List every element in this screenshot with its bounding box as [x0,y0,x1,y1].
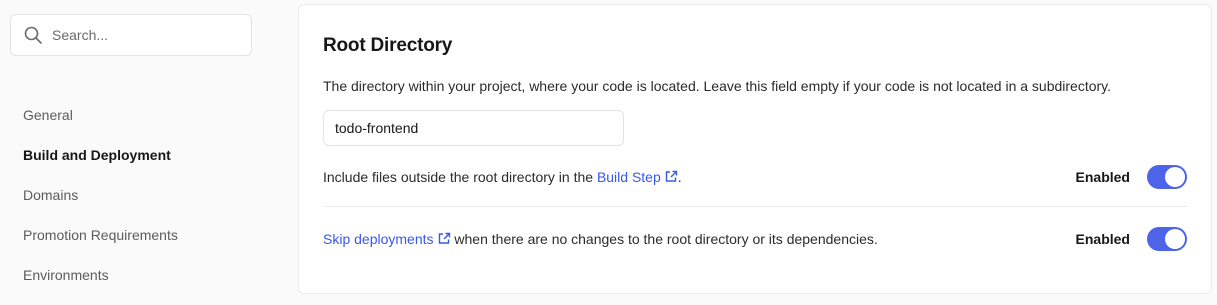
skip-deployments-row: Skip deployments when there are no chang… [323,225,1187,253]
external-link-icon [438,232,451,245]
search-input[interactable] [52,27,232,43]
build-step-link[interactable]: Build Step [597,169,678,185]
sidebar-item-build-and-deployment[interactable]: Build and Deployment [23,145,178,185]
sidebar-item-general[interactable]: General [23,105,178,145]
skip-deployments-link[interactable]: Skip deployments [323,231,451,247]
settings-sidebar: General Build and Deployment Domains Pro… [0,0,298,283]
settings-nav: General Build and Deployment Domains Pro… [23,105,178,305]
include-files-row: Include files outside the root directory… [323,163,1187,191]
section-description: The directory within your project, where… [323,78,1112,94]
external-link-icon [665,170,678,183]
search-icon [23,25,43,45]
include-files-status: Enabled [1075,169,1130,185]
include-files-text: Include files outside the root directory… [323,169,682,185]
root-directory-input[interactable] [323,110,624,146]
sidebar-item-environments[interactable]: Environments [23,265,178,305]
toggle-knob [1165,167,1185,187]
search-box[interactable] [10,14,252,56]
skip-deployments-toggle[interactable] [1147,227,1187,251]
skip-deployments-text: Skip deployments when there are no chang… [323,231,878,247]
root-directory-card: Root Directory The directory within your… [298,4,1212,294]
include-files-toggle[interactable] [1147,165,1187,189]
divider [323,206,1187,207]
sidebar-item-domains[interactable]: Domains [23,185,178,225]
section-title: Root Directory [323,35,453,56]
include-files-control: Enabled [1076,165,1187,189]
skip-deployments-status: Enabled [1075,231,1130,247]
sidebar-item-promotion-requirements[interactable]: Promotion Requirements [23,225,178,265]
toggle-knob [1165,229,1185,249]
skip-deployments-control: Enabled [1076,227,1187,251]
